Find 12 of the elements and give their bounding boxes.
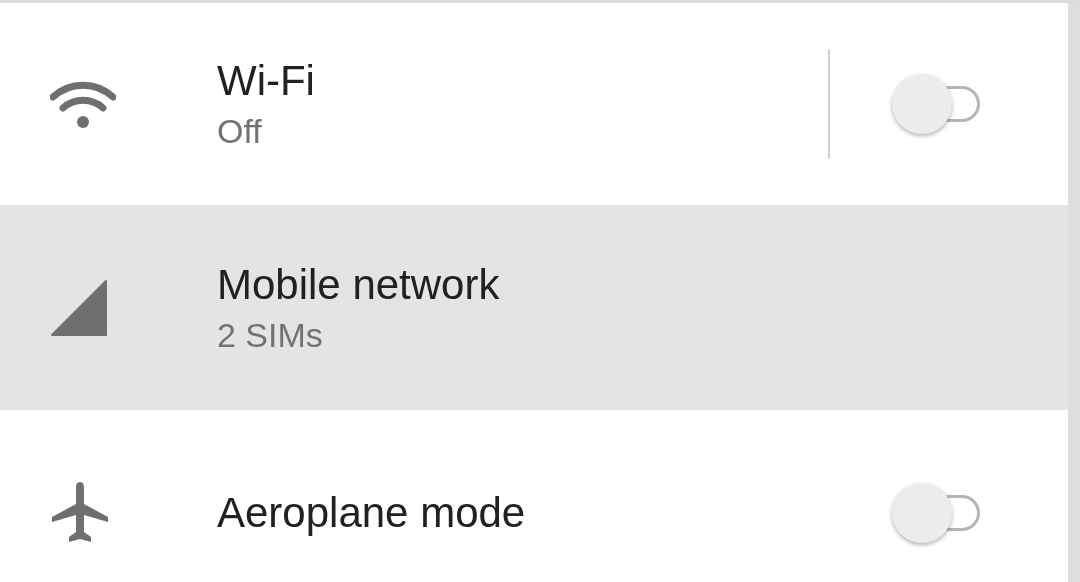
settings-row[interactable]: Mobile network 2 SIMs xyxy=(0,205,1068,410)
setting-summary: Off xyxy=(217,111,263,151)
setting-title: Mobile network xyxy=(217,260,501,309)
setting-title: Aeroplane mode xyxy=(217,488,527,537)
airplane-icon xyxy=(50,481,110,544)
setting-title: Wi-Fi xyxy=(217,57,316,105)
signal-icon xyxy=(50,278,108,337)
scrollbar[interactable] xyxy=(1068,3,1080,582)
setting-summary: 2 SIMs xyxy=(217,314,324,355)
toggle-switch[interactable] xyxy=(892,481,980,544)
wifi-icon xyxy=(50,80,116,128)
toggle-switch[interactable] xyxy=(892,73,980,135)
